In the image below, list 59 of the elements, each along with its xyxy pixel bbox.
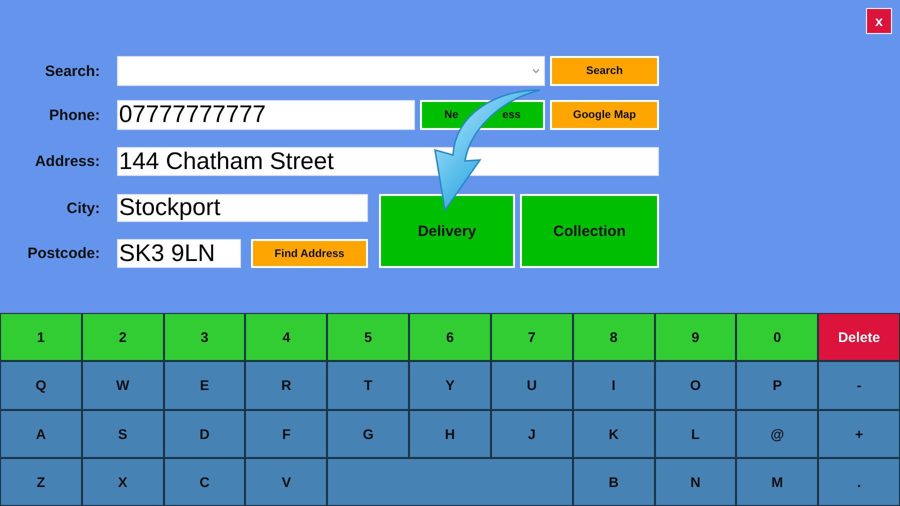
- letter-key[interactable]: J: [490, 410, 573, 458]
- letter-key[interactable]: P: [736, 361, 818, 410]
- postcode-label: Postcode:: [27, 245, 101, 262]
- city-label: City:: [66, 200, 101, 216]
- letter-key[interactable]: F: [245, 410, 328, 458]
- map-button[interactable]: Google Map: [550, 100, 659, 130]
- letter-key[interactable]: M: [736, 458, 818, 506]
- letter-key[interactable]: C: [164, 458, 246, 506]
- phone-label: Phone:: [49, 106, 101, 124]
- letter-key[interactable]: Q: [0, 361, 82, 410]
- letter-key[interactable]: I: [572, 361, 655, 410]
- delivery-button[interactable]: Delivery: [379, 194, 515, 268]
- letter-key[interactable]: N: [654, 458, 736, 506]
- letter-key[interactable]: X: [82, 458, 164, 506]
- letter-key[interactable]: T: [327, 361, 410, 410]
- letter-key[interactable]: W: [82, 361, 164, 410]
- letter-key[interactable]: E: [164, 361, 246, 410]
- letter-key[interactable]: D: [164, 410, 246, 458]
- number-key[interactable]: 7: [490, 313, 573, 362]
- search-button[interactable]: Search: [550, 56, 659, 86]
- number-key[interactable]: 6: [409, 313, 491, 362]
- number-key[interactable]: 8: [572, 313, 655, 362]
- letter-key[interactable]: G: [327, 410, 410, 458]
- space-bar[interactable]: [327, 458, 573, 506]
- letter-key[interactable]: .: [818, 458, 900, 506]
- letter-key[interactable]: U: [490, 361, 573, 410]
- search-field[interactable]: [117, 56, 545, 86]
- address-label: Address:: [34, 153, 101, 170]
- find-address-button[interactable]: Find Address: [251, 239, 368, 268]
- letter-key[interactable]: R: [245, 361, 328, 410]
- letter-key[interactable]: K: [572, 410, 655, 458]
- chevron-down-icon: [532, 68, 540, 74]
- letter-key[interactable]: Y: [409, 361, 491, 410]
- letter-key[interactable]: O: [654, 361, 736, 410]
- letter-key[interactable]: +: [818, 410, 900, 458]
- letter-key[interactable]: L: [654, 410, 736, 458]
- number-key[interactable]: 5: [327, 313, 410, 362]
- number-key[interactable]: 4: [245, 313, 328, 362]
- close-button[interactable]: x: [866, 8, 892, 34]
- letter-key[interactable]: S: [82, 410, 164, 458]
- phone-field[interactable]: 07777777777: [117, 100, 415, 130]
- letter-key[interactable]: A: [0, 410, 82, 458]
- letter-key[interactable]: Z: [0, 458, 82, 506]
- number-key[interactable]: 1: [0, 313, 82, 362]
- city-field[interactable]: Stockport: [117, 194, 368, 222]
- letter-key[interactable]: V: [245, 458, 328, 506]
- letter-key[interactable]: B: [572, 458, 655, 506]
- letter-key[interactable]: H: [409, 410, 491, 458]
- delete-button[interactable]: Delete: [818, 313, 900, 362]
- address-field[interactable]: 144 Chatham Street: [117, 147, 659, 176]
- number-key[interactable]: 0: [736, 313, 818, 362]
- number-key[interactable]: 9: [654, 313, 736, 362]
- number-key[interactable]: 3: [164, 313, 246, 362]
- collection-button[interactable]: Collection: [520, 194, 659, 268]
- letter-key[interactable]: @: [736, 410, 818, 458]
- postcode-field[interactable]: SK3 9LN: [117, 239, 241, 268]
- search-label: Search:: [44, 62, 101, 80]
- number-key[interactable]: 2: [82, 313, 164, 362]
- letter-key[interactable]: -: [818, 361, 900, 410]
